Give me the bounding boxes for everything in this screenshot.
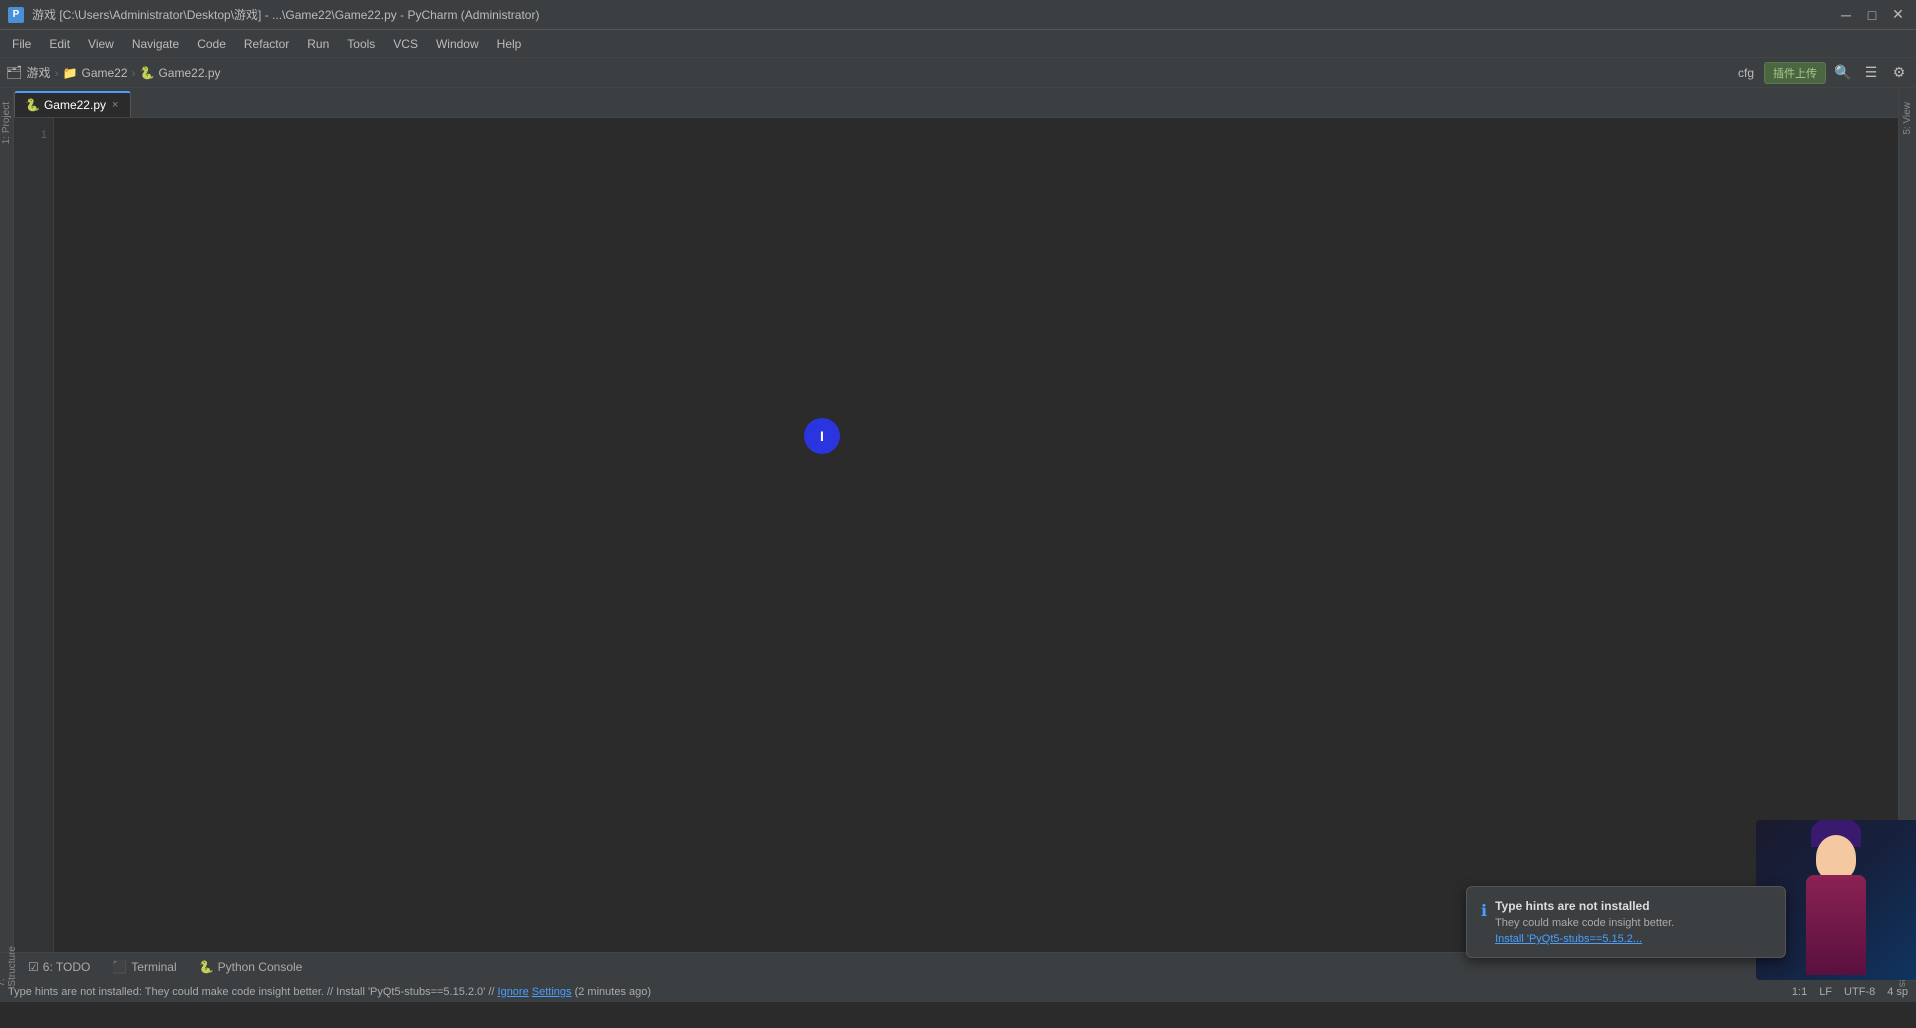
menu-refactor[interactable]: Refactor [236,33,297,55]
tab-python-console[interactable]: 🐍 Python Console [189,957,313,977]
status-warning: Type hints are not installed: They could… [8,986,1792,998]
left-sidebar-strip: 1: Project [0,88,14,952]
editor-area[interactable]: 1 I [14,118,1898,952]
editor-wrapper: 🐍 Game22.py × 1 I [14,88,1898,952]
python-tab-icon: 🐍 [25,98,40,112]
anime-figure [1776,825,1896,975]
status-right: 1:1 LF UTF-8 4 sp [1792,986,1908,998]
cfg-label: cfg [1738,66,1754,80]
anime-head [1816,835,1856,880]
line-1: 1 [14,126,53,144]
menu-tools[interactable]: Tools [339,33,383,55]
file-tabs: 🐍 Game22.py × [14,88,1898,118]
menu-navigate[interactable]: Navigate [124,33,187,55]
project-icon: 🗂 [6,65,23,81]
folder-icon: 📁 [63,66,78,80]
todo-label: 6: TODO [43,960,91,974]
anime-body [1806,875,1866,975]
notification-info-icon: ℹ [1481,901,1487,921]
notification-popup: ℹ Type hints are not installed They coul… [1466,886,1786,958]
app-icon: P [8,7,24,23]
indent-label: 4 sp [1887,986,1908,998]
terminal-label: Terminal [131,960,176,974]
structure-label[interactable]: 7: Structure [0,946,18,987]
breadcrumb-sep-2: › [132,66,136,80]
minimize-button[interactable]: ─ [1836,5,1856,25]
status-ignore-link[interactable]: Ignore [498,986,529,998]
cursor-indicator[interactable]: I [804,418,840,454]
todo-icon: ☑ [28,960,39,974]
breadcrumb-project[interactable]: 🗂 游戏 [6,64,51,81]
line-separator: LF [1819,986,1832,998]
menu-help[interactable]: Help [489,33,530,55]
tab-terminal[interactable]: ⬛ Terminal [102,957,186,977]
view-panel-label[interactable]: 5: View [1901,96,1914,141]
settings-cog-button[interactable]: ⚙ [1888,62,1910,84]
structure-strip: 7: Structure [0,953,14,980]
file-tab-game22[interactable]: 🐍 Game22.py × [14,91,131,117]
menu-run[interactable]: Run [299,33,337,55]
status-settings-link[interactable]: Settings [532,986,572,998]
file-tab-close[interactable]: × [110,98,120,112]
menu-bar: File Edit View Navigate Code Refactor Ru… [0,30,1916,58]
notification-title: Type hints are not installed [1495,899,1771,913]
line-gutter: 1 [14,118,54,952]
menu-file[interactable]: File [4,33,39,55]
toolbar-2: 🗂 游戏 › 📁 Game22 › 🐍 Game22.py cfg 插件上传 🔍… [0,58,1916,88]
search-button[interactable]: 🔍 [1832,62,1854,84]
title-text: 游戏 [C:\Users\Administrator\Desktop\游戏] -… [32,6,539,23]
toolbar-right: cfg 插件上传 🔍 ☰ ⚙ [1738,62,1910,84]
title-bar-right: ─ □ ✕ [1836,5,1908,25]
title-bar-left: P 游戏 [C:\Users\Administrator\Desktop\游戏]… [8,6,539,23]
python-console-icon: 🐍 [199,960,214,974]
code-editor[interactable] [54,118,1898,952]
tab-todo[interactable]: ☑ 6: TODO [18,957,100,977]
breadcrumb-folder[interactable]: 📁 Game22 [63,66,128,80]
close-button[interactable]: ✕ [1888,5,1908,25]
menu-window[interactable]: Window [428,33,487,55]
menu-view[interactable]: View [80,33,122,55]
cursor-symbol: I [820,428,824,444]
menu-vcs[interactable]: VCS [385,33,426,55]
upload-button[interactable]: 插件上传 [1764,62,1826,84]
status-warning-text: Type hints are not installed: They could… [8,986,485,998]
title-bar: P 游戏 [C:\Users\Administrator\Desktop\游戏]… [0,0,1916,30]
maximize-button[interactable]: □ [1862,5,1882,25]
status-bar: Type hints are not installed: They could… [0,980,1916,1002]
terminal-icon: ⬛ [112,960,127,974]
notification-body: They could make code insight better. [1495,917,1771,929]
encoding-label: UTF-8 [1844,986,1875,998]
python-console-label: Python Console [218,960,303,974]
notification-content: Type hints are not installed They could … [1495,899,1771,945]
python-file-icon: 🐍 [140,66,155,80]
cursor-position: 1:1 [1792,986,1807,998]
menu-code[interactable]: Code [189,33,234,55]
list-button[interactable]: ☰ [1860,62,1882,84]
status-time-ago: (2 minutes ago) [575,986,651,998]
file-tab-label: Game22.py [44,98,106,112]
breadcrumb-sep-1: › [55,66,59,80]
menu-edit[interactable]: Edit [41,33,78,55]
breadcrumb-file[interactable]: 🐍 Game22.py [140,66,221,80]
project-panel-label[interactable]: 1: Project [0,96,13,150]
notification-install-link[interactable]: Install 'PyQt5-stubs==5.15.2... [1495,933,1771,945]
